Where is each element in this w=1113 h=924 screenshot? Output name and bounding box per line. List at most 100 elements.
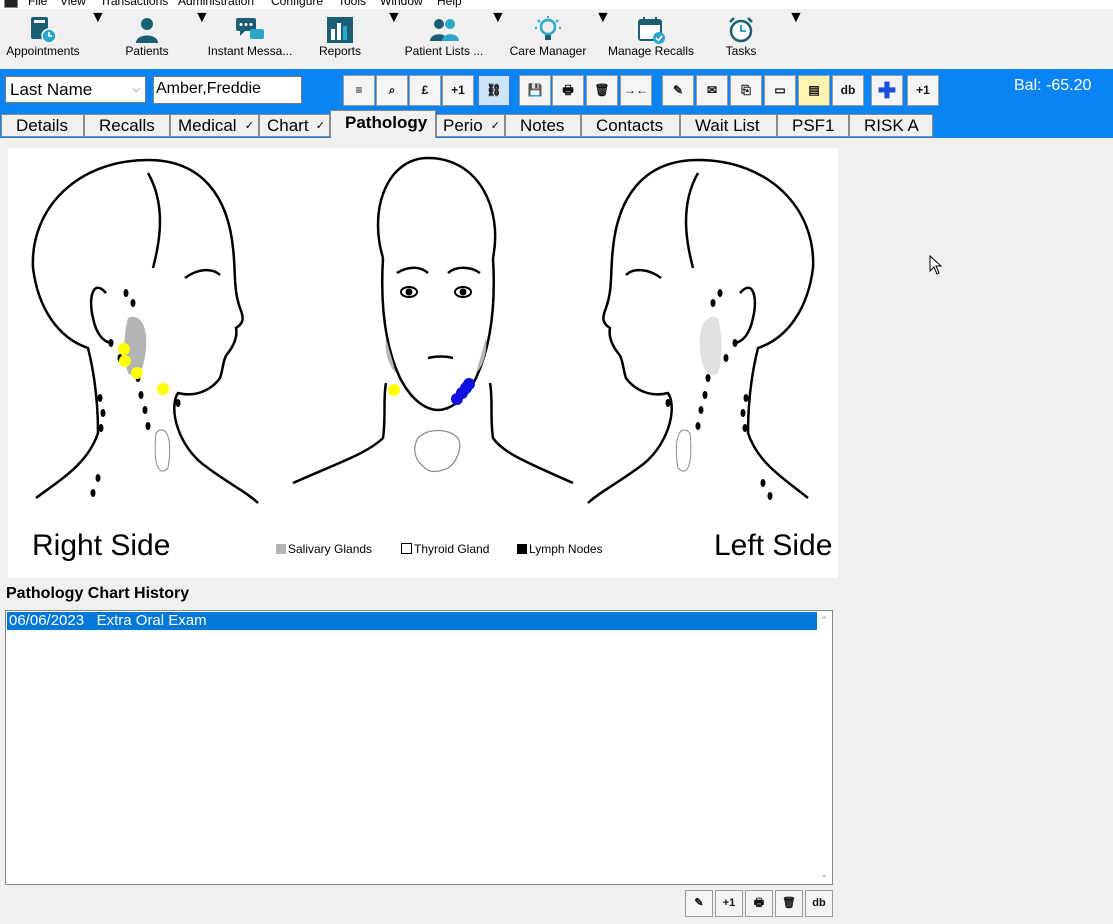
tab-notes[interactable]: Notes — [505, 114, 581, 137]
tab-pathology[interactable]: Pathology — [330, 110, 436, 138]
tab-contacts[interactable]: Contacts — [581, 114, 680, 137]
tab-label: Notes — [520, 116, 565, 135]
tab-label: Details — [16, 116, 68, 135]
blue-markers — [451, 378, 475, 405]
tab-wait-list[interactable]: Wait List — [680, 114, 777, 137]
left-thyroid-gland — [675, 429, 692, 472]
tab-label: Pathology — [345, 113, 428, 132]
print-button[interactable]: 🖶 — [552, 75, 584, 106]
menu-configure[interactable]: Configure — [271, 0, 323, 8]
search-field-select[interactable]: Last Name ⌵ — [5, 76, 146, 103]
tab-medical[interactable]: Medical ✓ — [170, 114, 259, 137]
legend-label: Lymph Nodes — [529, 542, 603, 556]
left-side-label: Left Side — [714, 529, 833, 562]
mouse-cursor-icon — [929, 254, 943, 280]
plus-one-button[interactable]: +1 — [442, 75, 474, 106]
letters-button[interactable]: ⎘ — [730, 75, 762, 106]
edit-button[interactable]: ✎ — [662, 75, 694, 106]
care-manager-button[interactable]: Care Manager — [506, 9, 590, 69]
tab-chart[interactable]: Chart ✓ — [259, 114, 330, 137]
patient-lists-label: Patient Lists ... — [404, 44, 484, 58]
sticky-note-button[interactable]: ▤ — [798, 75, 830, 106]
scroll-down-arrow-icon[interactable]: ⌄ — [820, 869, 828, 880]
chevron-down-icon: ⌵ — [132, 84, 140, 95]
patient-name-input[interactable]: Amber,Freddie — [153, 76, 302, 104]
delete-button[interactable]: 🗑 — [586, 75, 618, 106]
history-db-button[interactable]: db — [805, 890, 833, 917]
patients-dropdown-arrow[interactable]: ▼ — [194, 9, 210, 26]
history-title: Pathology Chart History — [6, 585, 190, 602]
check-icon: ✓ — [490, 120, 500, 132]
manage-recalls-label: Manage Recalls — [607, 44, 695, 58]
legend-salivary-glands: Salivary Glands — [276, 542, 372, 556]
patients-label: Patients — [125, 44, 169, 58]
menu-bar: File View Transactions Administration Co… — [0, 0, 1113, 9]
merge-button[interactable]: →← — [620, 75, 652, 106]
alarm-clock-icon — [726, 15, 756, 45]
add-medical-alert-button[interactable]: ✚ — [871, 75, 903, 106]
menu-window[interactable]: Window — [380, 0, 423, 8]
history-edit-button[interactable]: ✎ — [685, 890, 713, 917]
menu-view[interactable]: View — [60, 0, 86, 8]
reports-button[interactable]: Reports — [305, 9, 375, 69]
appointments-dropdown-arrow[interactable]: ▼ — [90, 9, 106, 26]
tab-label: Chart — [267, 116, 309, 135]
bar-chart-icon — [325, 15, 355, 45]
tab-perio[interactable]: Perio ✓ — [436, 114, 505, 137]
people-group-icon — [429, 15, 459, 45]
patients-button[interactable]: Patients — [110, 9, 184, 69]
tasks-label: Tasks — [725, 44, 757, 58]
main-toolbar: Appointments ▼ Patients ▼ Instant Messa.… — [0, 9, 1113, 69]
patient-lists-button[interactable]: Patient Lists ... — [400, 9, 488, 69]
tasks-dropdown-arrow[interactable]: ▼ — [788, 9, 804, 26]
card-button[interactable]: ▭ — [764, 75, 796, 106]
scroll-up-arrow-icon[interactable]: ⌃ — [820, 615, 828, 626]
patient-lists-dropdown-arrow[interactable]: ▼ — [490, 9, 506, 26]
app-icon — [4, 0, 18, 8]
add-alert-count-button[interactable]: +1 — [907, 75, 939, 106]
reports-dropdown-arrow[interactable]: ▼ — [386, 9, 402, 26]
mail-button[interactable]: ✉ — [696, 75, 728, 106]
tab-label: Medical — [178, 116, 237, 135]
legend-thyroid-gland: Thyroid Gland — [401, 542, 489, 556]
tab-risk-a[interactable]: RISK A — [849, 114, 933, 137]
history-add-button[interactable]: +1 — [715, 890, 743, 917]
head-neck-drawing — [31, 156, 815, 504]
reports-label: Reports — [318, 44, 362, 58]
menu-administration[interactable]: Administration — [178, 0, 254, 8]
right-thyroid-gland — [154, 429, 171, 472]
db-button[interactable]: db — [832, 75, 864, 106]
menu-tools[interactable]: Tools — [338, 0, 366, 8]
history-print-button[interactable]: 🖶 — [745, 890, 773, 917]
pound-button[interactable]: £ — [409, 75, 441, 106]
add-alert-label: +1 — [916, 83, 930, 97]
find-button[interactable]: ⌕ — [376, 75, 408, 106]
lightbulb-icon — [533, 15, 563, 45]
save-button[interactable]: 💾 — [519, 75, 551, 106]
history-list[interactable]: 06/06/2023 Extra Oral Exam ⌃ ⌄ — [5, 610, 833, 885]
tab-details[interactable]: Details — [1, 114, 84, 137]
tab-psf1[interactable]: PSF1 — [777, 114, 849, 137]
appointments-button[interactable]: Appointments — [0, 9, 86, 69]
menu-transactions[interactable]: Transactions — [100, 0, 168, 8]
notes-list-button[interactable]: ≡ — [343, 75, 375, 106]
instant-messages-button[interactable]: Instant Messa... — [205, 9, 295, 69]
instant-messages-label: Instant Messa... — [207, 44, 293, 58]
manage-recalls-button[interactable]: Manage Recalls — [606, 9, 696, 69]
tab-label: Wait List — [695, 116, 760, 135]
link-button[interactable]: ⛓ — [478, 75, 510, 106]
lymph-swatch — [517, 544, 527, 554]
appointments-label: Appointments — [6, 44, 80, 58]
thyroid-swatch — [401, 543, 412, 554]
care-manager-dropdown-arrow[interactable]: ▼ — [595, 9, 611, 26]
right-side-label: Right Side — [32, 529, 171, 562]
tasks-button[interactable]: Tasks — [710, 9, 772, 69]
pathology-head-neck-diagram[interactable]: Right Side Left Side Salivary Glands Thy… — [8, 148, 838, 578]
menu-file[interactable]: File — [28, 0, 47, 8]
salivary-swatch — [276, 544, 286, 554]
history-delete-button[interactable]: 🗑 — [775, 890, 803, 917]
tab-recalls[interactable]: Recalls — [84, 114, 170, 137]
tab-label: PSF1 — [792, 116, 835, 135]
history-row[interactable]: 06/06/2023 Extra Oral Exam — [7, 612, 817, 630]
menu-help[interactable]: Help — [437, 0, 462, 8]
